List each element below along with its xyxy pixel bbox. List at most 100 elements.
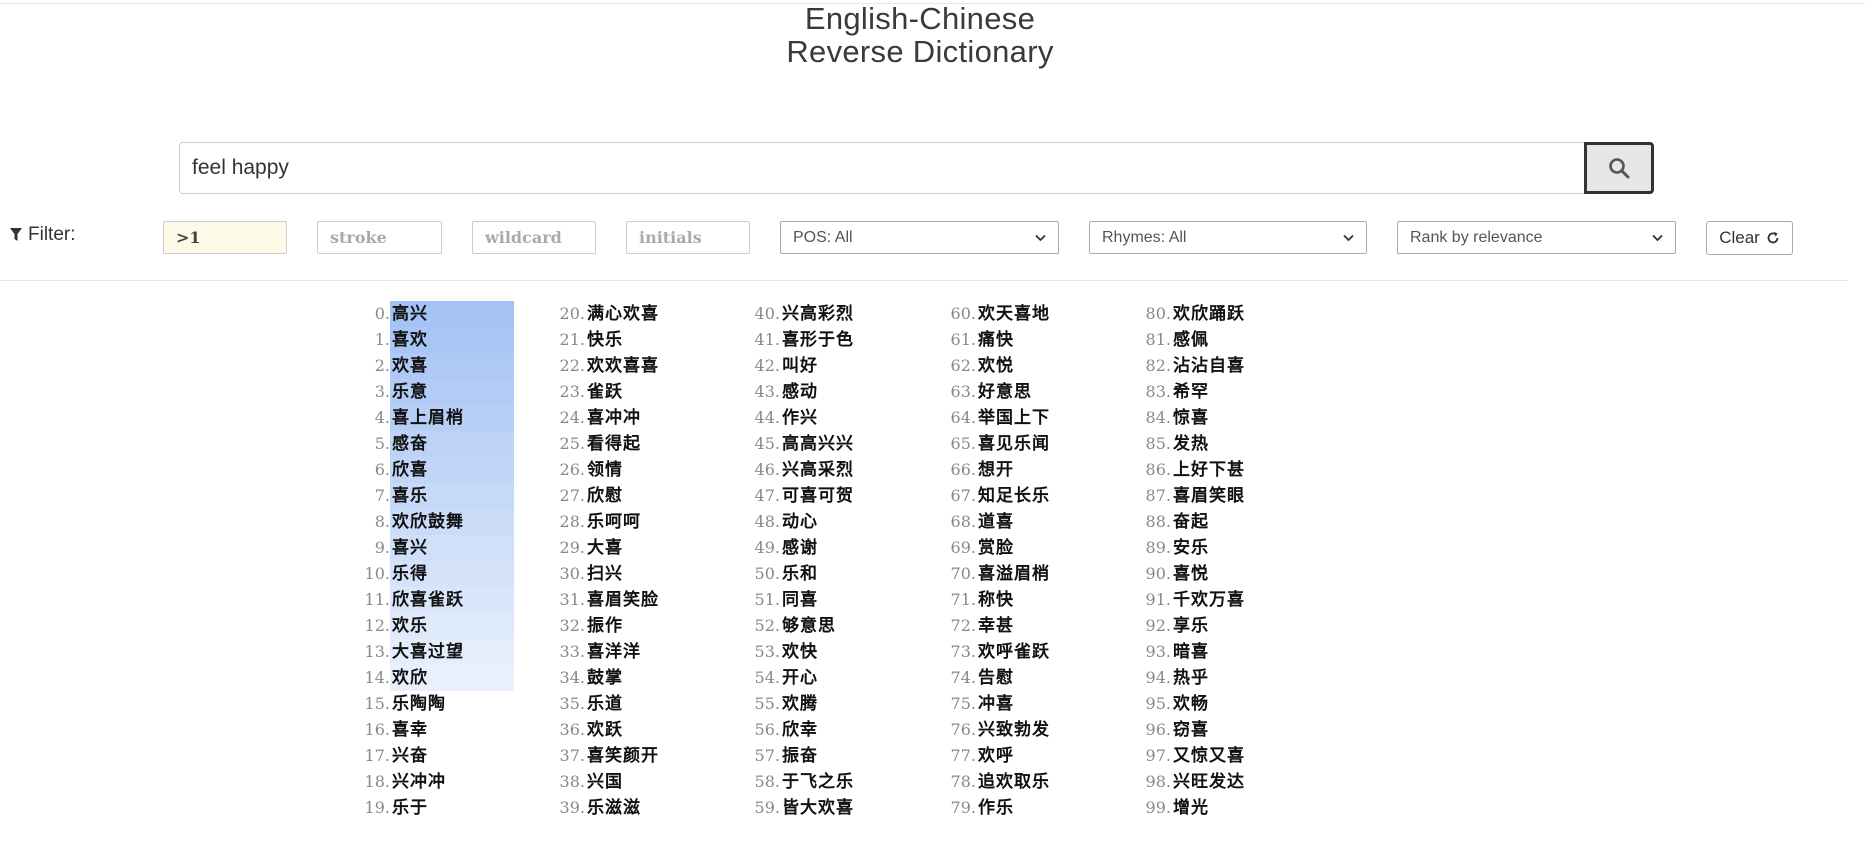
result-item[interactable]: 89. 安乐 — [1141, 535, 1321, 561]
result-item[interactable]: 93. 暗喜 — [1141, 639, 1321, 665]
result-item[interactable]: 87. 喜眉笑眼 — [1141, 483, 1321, 509]
result-word[interactable]: 叫好 — [780, 353, 818, 379]
result-word[interactable]: 赏脸 — [976, 535, 1014, 561]
result-word[interactable]: 于飞之乐 — [780, 769, 854, 795]
result-word[interactable]: 窃喜 — [1171, 717, 1209, 743]
result-item[interactable]: 10. 乐得 — [360, 561, 540, 587]
result-item[interactable]: 41. 喜形于色 — [750, 327, 930, 353]
result-item[interactable]: 94. 热乎 — [1141, 665, 1321, 691]
result-word[interactable]: 又惊又喜 — [1171, 743, 1245, 769]
result-word[interactable]: 雀跃 — [585, 379, 623, 405]
result-word[interactable]: 幸甚 — [976, 613, 1014, 639]
result-item[interactable]: 11. 欣喜雀跃 — [360, 587, 540, 613]
result-word[interactable]: 欢呼 — [976, 743, 1014, 769]
result-item[interactable]: 90. 喜悦 — [1141, 561, 1321, 587]
result-word[interactable]: 看得起 — [585, 431, 641, 457]
result-item[interactable]: 38. 兴国 — [555, 769, 735, 795]
result-item[interactable]: 28. 乐呵呵 — [555, 509, 735, 535]
result-word[interactable]: 千欢万喜 — [1171, 587, 1245, 613]
result-word[interactable]: 感动 — [780, 379, 818, 405]
result-word[interactable]: 乐陶陶 — [390, 691, 446, 717]
result-item[interactable]: 59. 皆大欢喜 — [750, 795, 930, 821]
result-word[interactable]: 同喜 — [780, 587, 818, 613]
result-item[interactable]: 25. 看得起 — [555, 431, 735, 457]
result-item[interactable]: 15. 乐陶陶 — [360, 691, 540, 717]
result-item[interactable]: 82. 沾沾自喜 — [1141, 353, 1321, 379]
result-word[interactable]: 兴高彩烈 — [780, 301, 854, 327]
result-item[interactable]: 6. 欣喜 — [360, 457, 540, 483]
result-item[interactable]: 39. 乐滋滋 — [555, 795, 735, 821]
result-item[interactable]: 23. 雀跃 — [555, 379, 735, 405]
initials-filter-input[interactable] — [626, 221, 750, 254]
result-word[interactable]: 欢畅 — [1171, 691, 1209, 717]
result-item[interactable]: 50. 乐和 — [750, 561, 930, 587]
result-word[interactable]: 喜冲冲 — [585, 405, 641, 431]
result-item[interactable]: 43. 感动 — [750, 379, 930, 405]
result-item[interactable]: 4. 喜上眉梢 — [360, 405, 540, 431]
result-word[interactable]: 兴国 — [585, 769, 623, 795]
result-word[interactable]: 鼓掌 — [585, 665, 623, 691]
result-word[interactable]: 喜溢眉梢 — [976, 561, 1050, 587]
search-button[interactable] — [1584, 142, 1654, 194]
result-word[interactable]: 兴奋 — [390, 743, 428, 769]
result-word[interactable]: 够意思 — [780, 613, 836, 639]
result-item[interactable]: 47. 可喜可贺 — [750, 483, 930, 509]
result-item[interactable]: 58. 于飞之乐 — [750, 769, 930, 795]
result-item[interactable]: 2. 欢喜 — [360, 353, 540, 379]
result-word[interactable]: 高高兴兴 — [780, 431, 854, 457]
result-word[interactable]: 欢欣踊跃 — [1171, 301, 1245, 327]
result-word[interactable]: 兴致勃发 — [976, 717, 1050, 743]
result-item[interactable]: 27. 欣慰 — [555, 483, 735, 509]
result-word[interactable]: 想开 — [976, 457, 1014, 483]
result-word[interactable]: 乐于 — [390, 795, 428, 821]
result-item[interactable]: 99. 增光 — [1141, 795, 1321, 821]
result-item[interactable]: 63. 好意思 — [946, 379, 1126, 405]
result-word[interactable]: 称快 — [976, 587, 1014, 613]
result-item[interactable]: 34. 鼓掌 — [555, 665, 735, 691]
result-item[interactable]: 48. 动心 — [750, 509, 930, 535]
pos-select[interactable]: POS: All — [780, 221, 1059, 254]
result-word[interactable]: 喜乐 — [390, 483, 514, 509]
result-word[interactable]: 欢天喜地 — [976, 301, 1050, 327]
result-word[interactable]: 增光 — [1171, 795, 1209, 821]
result-item[interactable]: 65. 喜见乐闻 — [946, 431, 1126, 457]
result-item[interactable]: 13. 大喜过望 — [360, 639, 540, 665]
result-item[interactable]: 96. 窃喜 — [1141, 717, 1321, 743]
result-item[interactable]: 52. 够意思 — [750, 613, 930, 639]
rank-select[interactable]: Rank by relevance — [1397, 221, 1676, 254]
result-item[interactable]: 1. 喜欢 — [360, 327, 540, 353]
result-word[interactable]: 欣喜雀跃 — [390, 587, 514, 613]
result-item[interactable]: 76. 兴致勃发 — [946, 717, 1126, 743]
result-word[interactable]: 热乎 — [1171, 665, 1209, 691]
result-item[interactable]: 84. 惊喜 — [1141, 405, 1321, 431]
result-item[interactable]: 53. 欢快 — [750, 639, 930, 665]
result-item[interactable]: 86. 上好下甚 — [1141, 457, 1321, 483]
result-item[interactable]: 81. 感佩 — [1141, 327, 1321, 353]
result-word[interactable]: 可喜可贺 — [780, 483, 854, 509]
result-word[interactable]: 欢欣 — [390, 665, 514, 691]
result-item[interactable]: 72. 幸甚 — [946, 613, 1126, 639]
result-word[interactable]: 欢悦 — [976, 353, 1014, 379]
result-item[interactable]: 26. 领情 — [555, 457, 735, 483]
result-item[interactable]: 0. 高兴 — [360, 301, 540, 327]
result-word[interactable]: 快乐 — [585, 327, 623, 353]
result-word[interactable]: 喜见乐闻 — [976, 431, 1050, 457]
result-item[interactable]: 73. 欢呼雀跃 — [946, 639, 1126, 665]
result-word[interactable]: 乐道 — [585, 691, 623, 717]
result-item[interactable]: 75. 冲喜 — [946, 691, 1126, 717]
result-item[interactable]: 36. 欢跃 — [555, 717, 735, 743]
result-item[interactable]: 7. 喜乐 — [360, 483, 540, 509]
result-item[interactable]: 22. 欢欢喜喜 — [555, 353, 735, 379]
result-word[interactable]: 惊喜 — [1171, 405, 1209, 431]
result-word[interactable]: 冲喜 — [976, 691, 1014, 717]
result-item[interactable]: 29. 大喜 — [555, 535, 735, 561]
result-word[interactable]: 作乐 — [976, 795, 1014, 821]
result-item[interactable]: 54. 开心 — [750, 665, 930, 691]
result-word[interactable]: 喜笑颜开 — [585, 743, 659, 769]
result-item[interactable]: 32. 振作 — [555, 613, 735, 639]
result-item[interactable]: 40. 兴高彩烈 — [750, 301, 930, 327]
result-word[interactable]: 欢呼雀跃 — [976, 639, 1050, 665]
result-word[interactable]: 乐呵呵 — [585, 509, 641, 535]
result-item[interactable]: 60. 欢天喜地 — [946, 301, 1126, 327]
result-word[interactable]: 欣慰 — [585, 483, 623, 509]
